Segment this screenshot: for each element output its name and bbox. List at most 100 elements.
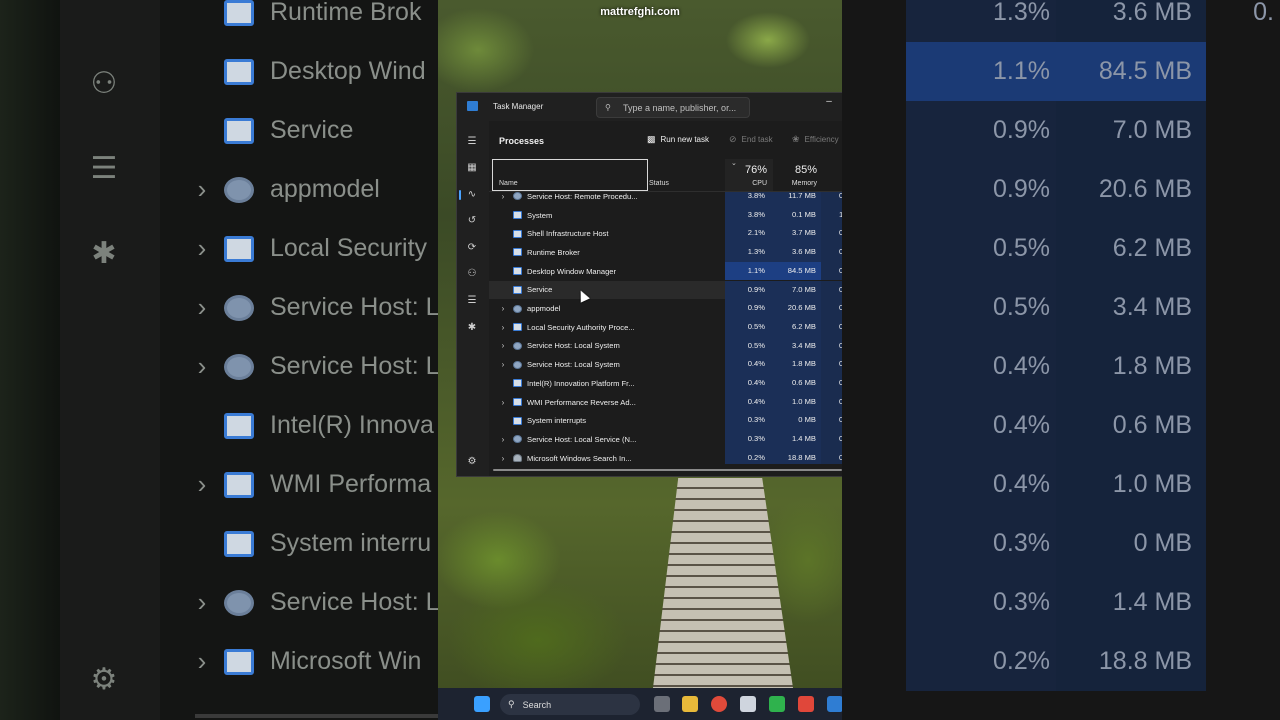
process-row[interactable]: System interrupts 0.3% 0 MB 0: [489, 411, 842, 431]
chevron-right-icon[interactable]: ›: [499, 360, 507, 369]
backdrop-sidebar: [60, 0, 160, 720]
backdrop-row: › Service Host: L: [190, 278, 438, 337]
window-icon: [513, 416, 522, 425]
process-row[interactable]: › appmodel 0.9% 20.6 MB 0: [489, 299, 842, 318]
chevron-right-icon[interactable]: ›: [499, 304, 507, 313]
process-cpu: 0.5%: [725, 336, 773, 356]
column-header-row: Name Status ⌄ 76% CPU 85% Memory: [489, 159, 842, 192]
window-icon: [513, 267, 522, 276]
backdrop-memory: 1.0 MB: [1056, 455, 1206, 514]
chevron-right-icon[interactable]: ›: [499, 435, 507, 444]
details-icon[interactable]: ☰: [465, 294, 479, 308]
window-icon: [513, 323, 522, 332]
run-new-task-button[interactable]: ▩ Run new task: [647, 134, 709, 145]
backdrop-extra: [1206, 160, 1280, 219]
process-cpu: 0.9%: [725, 299, 773, 318]
backdrop-left: ⚇ ☰ ✱ ⚙ Runtime Brok Desktop Wind Service ›…: [0, 0, 438, 720]
efficiency-button[interactable]: ❀ Efficiency: [792, 134, 839, 145]
search-box[interactable]: ⚲: [596, 97, 750, 118]
backdrop-cpu: 0.3%: [906, 514, 1056, 573]
backdrop-row-name: appmodel: [270, 175, 380, 203]
process-list: › Service Host: Remote Procedu... 3.8% 11.7…: [489, 192, 842, 464]
task-manager-icon: [467, 101, 478, 111]
settings-icon[interactable]: ⚙: [465, 455, 479, 469]
memory-column-header[interactable]: 85% Memory: [775, 159, 821, 191]
search-input[interactable]: [623, 102, 748, 113]
process-row[interactable]: › WMI Performance Reverse Ad... 0.4% 1.0 MB…: [489, 392, 842, 412]
process-disk: 0: [821, 411, 842, 431]
efficiency-label: Efficiency: [804, 135, 839, 144]
backdrop-row: 0.3% 0 MB: [842, 514, 1280, 573]
backdrop-cpu: 0.4%: [906, 396, 1056, 455]
backdrop-row: › Microsoft Win: [190, 632, 422, 691]
process-row[interactable]: › Service Host: Local Service (N... 0.3% 1.…: [489, 430, 842, 449]
backdrop-row: 1.3% 3.6 MB 0.: [842, 0, 1280, 42]
chevron-right-icon[interactable]: ›: [499, 398, 507, 407]
process-icon: [224, 235, 254, 262]
cpu-column-header[interactable]: ⌄ 76% CPU: [725, 159, 773, 191]
store-icon[interactable]: [740, 696, 756, 712]
app-history-icon[interactable]: ↺: [465, 214, 479, 228]
startup-apps-icon[interactable]: ⟳: [465, 241, 479, 255]
backdrop-row: 0.3% 1.4 MB: [842, 573, 1280, 632]
process-name: Service Host: Local System: [527, 341, 620, 351]
end-task-button[interactable]: ⊘ End task: [729, 134, 773, 145]
process-disk: 0: [821, 392, 842, 412]
process-disk: 0: [821, 280, 842, 300]
backdrop-extra: [1206, 396, 1280, 455]
taskbar-search[interactable]: ⚲ Search: [500, 694, 640, 715]
backdrop-memory: 7.0 MB: [1056, 101, 1206, 160]
backdrop-memory: 3.4 MB: [1056, 278, 1206, 337]
backdrop-row: Desktop Wind: [190, 42, 426, 101]
process-row[interactable]: › Microsoft Windows Search In... 0.2% 18.8 …: [489, 448, 842, 464]
cpu-total: 76%: [744, 164, 767, 176]
backdrop-row-name: Service Host: L: [270, 293, 438, 321]
chrome-icon[interactable]: [711, 696, 727, 712]
process-row[interactable]: › Service Host: Local System 0.5% 3.4 MB 0: [489, 336, 842, 356]
file-explorer-icon[interactable]: [682, 696, 698, 712]
services-icon[interactable]: ✱: [465, 321, 479, 335]
start-button-icon[interactable]: [474, 696, 490, 712]
camtasia-icon[interactable]: [769, 696, 785, 712]
horizontal-scrollbar[interactable]: [493, 469, 842, 471]
chevron-right-icon[interactable]: ›: [499, 454, 507, 463]
process-row[interactable]: Desktop Window Manager 1.1% 84.5 MB 0: [489, 261, 842, 281]
chevron-right-icon: ›: [197, 646, 207, 676]
process-cpu: 0.4%: [725, 355, 773, 374]
process-row[interactable]: Shell Infrastructure Host 2.1%3.7 MB0.1: [489, 224, 842, 244]
process-row[interactable]: › Local Security Authority Proce... 0.5% 6.…: [489, 317, 842, 337]
backdrop-memory: 0 MB: [1056, 514, 1206, 573]
performance-icon[interactable]: ∿: [465, 188, 479, 202]
task-view-icon[interactable]: [654, 696, 670, 712]
process-memory: 7.0 MB: [773, 280, 821, 300]
process-disk: 0: [821, 336, 842, 356]
taskbar-search-label: Search: [522, 699, 552, 710]
minimize-button[interactable]: –: [822, 96, 836, 107]
backdrop-row-name: System interru: [270, 529, 432, 557]
process-name: Service Host: Local Service (N...: [527, 434, 637, 444]
process-row[interactable]: Intel(R) Innovation Platform Fr... 0.4% 0.…: [489, 374, 842, 393]
processes-icon[interactable]: ▦: [465, 161, 479, 175]
chevron-right-icon[interactable]: ›: [499, 192, 507, 201]
person-icon: [513, 454, 522, 463]
process-row[interactable]: System 3.8%0.1 MB1.4: [489, 205, 842, 225]
process-row[interactable]: › Service Host: Local System 0.4% 1.8 MB 0: [489, 355, 842, 374]
process-row[interactable]: Service 0.9% 7.0 MB 0: [489, 280, 842, 300]
hamburger-menu-icon[interactable]: ☰: [465, 135, 479, 149]
process-row[interactable]: Runtime Broker 1.3%3.6 MB0.1: [489, 243, 842, 262]
process-name: System interrupts: [527, 416, 587, 426]
backdrop-row: 0.2% 18.8 MB: [842, 632, 1280, 691]
status-column-header[interactable]: Status: [649, 180, 669, 187]
process-memory: 3.6 MB: [773, 243, 821, 262]
services-icon: ✱: [91, 237, 117, 270]
chevron-right-icon[interactable]: ›: [499, 341, 507, 350]
backdrop-cpu: 0.9%: [906, 160, 1056, 219]
backdrop-row-name: Service: [270, 116, 354, 144]
task-manager-taskbar-icon[interactable]: [827, 696, 842, 712]
users-icon[interactable]: ⚇: [465, 267, 479, 281]
backdrop-extra: [1206, 278, 1280, 337]
backdrop-row: 0.5% 6.2 MB: [842, 219, 1280, 278]
process-row[interactable]: › Service Host: Remote Procedu... 3.8% 11.7…: [489, 192, 842, 206]
app-red-icon[interactable]: [798, 696, 814, 712]
chevron-right-icon[interactable]: ›: [499, 323, 507, 332]
